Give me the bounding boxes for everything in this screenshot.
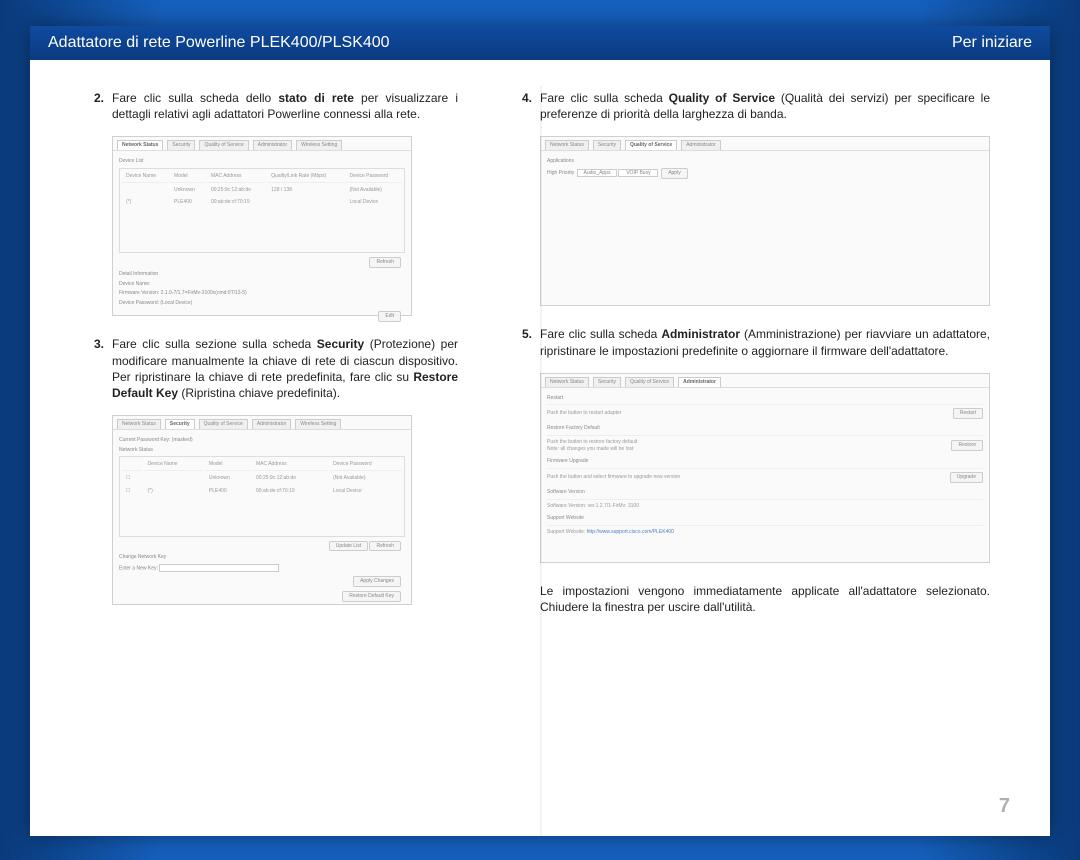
screenshot-network-status: Network Status Security Quality of Servi… <box>112 136 412 316</box>
tab-bar: Network Status Security Quality of Servi… <box>541 374 989 388</box>
tab-wireless[interactable]: Wireless Setting <box>295 419 341 429</box>
tab-administrator[interactable]: Administrator <box>681 140 720 150</box>
tab-qos[interactable]: Quality of Service <box>625 377 674 387</box>
page-header: Adattatore di rete Powerline PLEK400/PLS… <box>30 26 1050 60</box>
tab-network-status[interactable]: Network Status <box>545 140 589 150</box>
tab-qos[interactable]: Quality of Service <box>199 140 248 150</box>
header-title-left: Adattatore di rete Powerline PLEK400/PLS… <box>48 34 390 52</box>
tab-wireless[interactable]: Wireless Setting <box>296 140 342 150</box>
apply-button[interactable]: Apply <box>661 168 688 179</box>
table-row[interactable]: (*)PLE40000:ab:de:cf:70:19Local Device <box>122 197 402 208</box>
tab-qos[interactable]: Quality of Service <box>199 419 248 429</box>
tab-security[interactable]: Security <box>167 140 195 150</box>
restore-button[interactable]: Restore <box>951 440 983 451</box>
left-column: 2. Fare clic sulla scheda dello stato di… <box>90 90 458 625</box>
tab-security[interactable]: Security <box>593 377 621 387</box>
step-number: 4. <box>518 90 540 122</box>
step-text: Fare clic sulla scheda Administrator (Am… <box>540 326 990 358</box>
apply-changes-button[interactable]: Apply Changes <box>353 576 401 587</box>
step-4: 4. Fare clic sulla scheda Quality of Ser… <box>518 90 990 122</box>
tab-network-status[interactable]: Network Status <box>117 140 163 150</box>
tab-bar: Network Status Security Quality of Servi… <box>541 137 989 151</box>
screenshot-qos: Network Status Security Quality of Servi… <box>540 136 990 306</box>
tab-administrator[interactable]: Administrator <box>252 419 291 429</box>
tab-bar: Network Status Security Quality of Servi… <box>113 137 411 151</box>
step-number: 2. <box>90 90 112 122</box>
content-columns: 2. Fare clic sulla scheda dello stato di… <box>30 60 1050 635</box>
screenshot-administrator: Network Status Security Quality of Servi… <box>540 373 990 563</box>
tab-network-status[interactable]: Network Status <box>117 419 161 429</box>
device-table: Device NameModelMAC AddressDevice Passwo… <box>119 456 405 536</box>
tab-qos[interactable]: Quality of Service <box>625 140 677 150</box>
priority-select-1[interactable]: Audio_Apps <box>577 169 617 177</box>
detail-label: Detail Information <box>119 271 405 278</box>
tab-administrator[interactable]: Administrator <box>253 140 292 150</box>
update-list-button[interactable]: Update List <box>329 541 368 552</box>
document-page: Adattatore di rete Powerline PLEK400/PLS… <box>30 26 1050 836</box>
table-row[interactable]: ☐(*)PLE40000:ab:de:cf:70:19Local Device <box>122 486 402 497</box>
tab-bar: Network Status Security Quality of Servi… <box>113 416 411 430</box>
right-column: 4. Fare clic sulla scheda Quality of Ser… <box>518 90 990 625</box>
refresh-button[interactable]: Refresh <box>369 257 401 268</box>
table-row[interactable]: ☐Unknown00:25:9c:12:ab:de(Not Available) <box>122 473 402 484</box>
page-number: 7 <box>999 795 1010 818</box>
priority-select-2[interactable]: VOIP Busy <box>618 169 658 177</box>
step-number: 5. <box>518 326 540 358</box>
section-label: Device List <box>119 158 405 165</box>
screenshot-security: Network Status Security Quality of Servi… <box>112 415 412 605</box>
step-3: 3. Fare clic sulla sezione sulla scheda … <box>90 336 458 401</box>
step-text: Fare clic sulla scheda dello stato di re… <box>112 90 458 122</box>
step-text: Fare clic sulla scheda Quality of Servic… <box>540 90 990 122</box>
device-table: Device Name Model MAC Address Quality/Li… <box>119 168 405 253</box>
step-text: Fare clic sulla sezione sulla scheda Sec… <box>112 336 458 401</box>
step-number: 3. <box>90 336 112 401</box>
tab-network-status[interactable]: Network Status <box>545 377 589 387</box>
upgrade-button[interactable]: Upgrade <box>950 472 983 483</box>
restart-button[interactable]: Restart <box>953 408 983 419</box>
support-link[interactable]: http://www.support.cisco.com/PLEK400 <box>587 529 674 535</box>
tab-administrator[interactable]: Administrator <box>678 377 721 387</box>
header-title-right: Per iniziare <box>952 34 1032 52</box>
footer-note: Le impostazioni vengono immediatamente a… <box>540 583 990 615</box>
tab-security[interactable]: Security <box>593 140 621 150</box>
table-row[interactable]: Unknown00:25:9c:12:ab:de128 / 138(Not Av… <box>122 185 402 196</box>
tab-security[interactable]: Security <box>165 419 195 429</box>
refresh-button[interactable]: Refresh <box>369 541 401 552</box>
step-5: 5. Fare clic sulla scheda Administrator … <box>518 326 990 358</box>
new-key-input[interactable] <box>159 564 279 572</box>
restore-default-key-button[interactable]: Restore Default Key <box>342 591 401 602</box>
step-2: 2. Fare clic sulla scheda dello stato di… <box>90 90 458 122</box>
edit-button[interactable]: Edit <box>378 311 401 322</box>
